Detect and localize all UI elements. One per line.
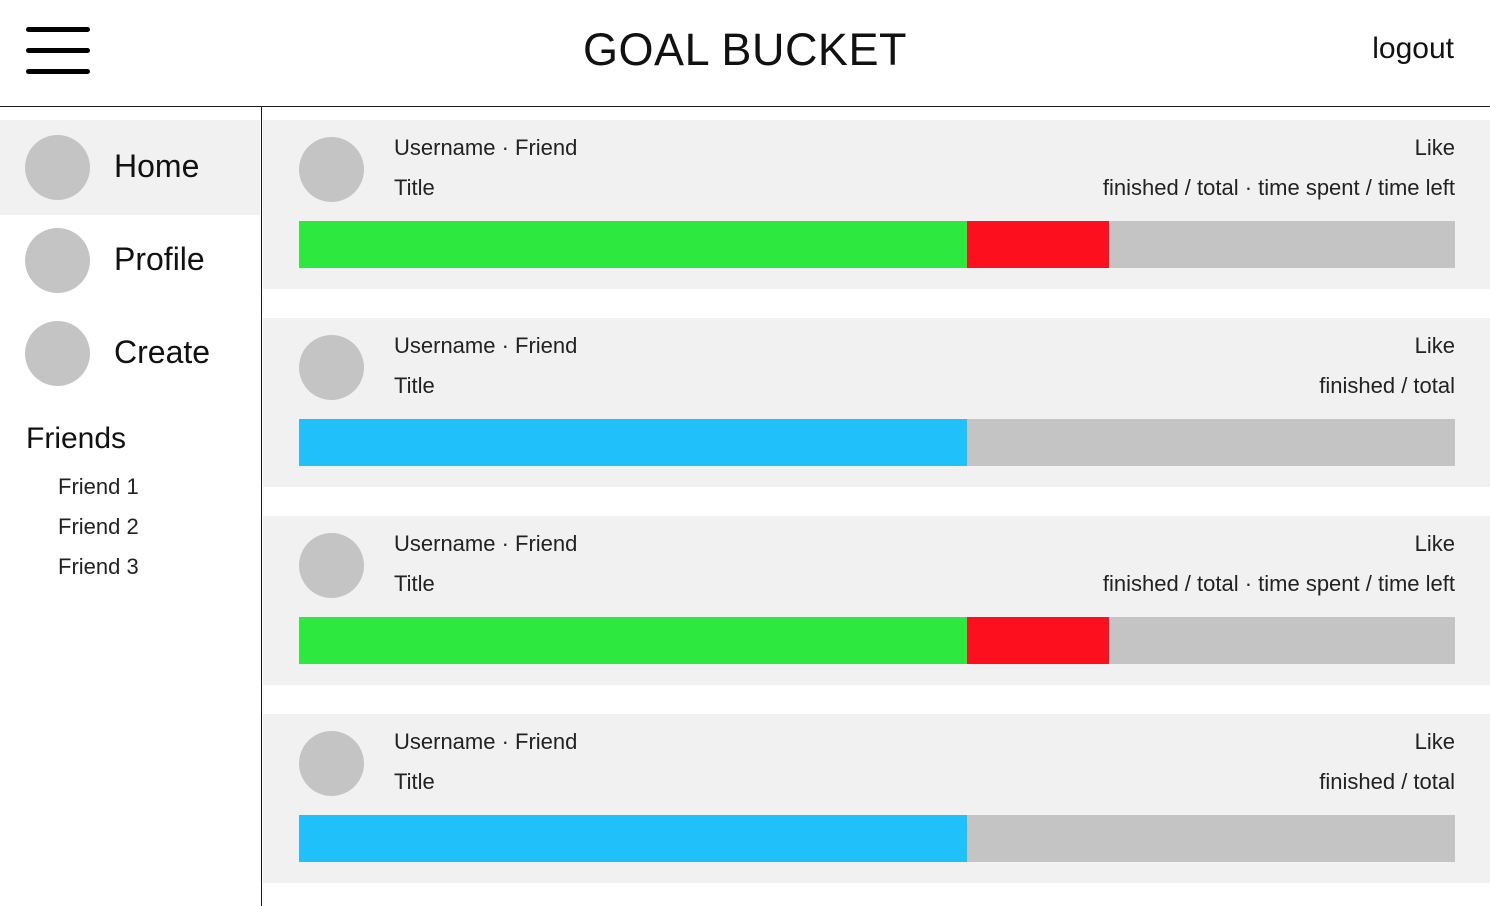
card-username[interactable]: Username · Friend: [394, 729, 577, 755]
card-stats: finished / total: [1319, 373, 1455, 398]
card-username[interactable]: Username · Friend: [394, 333, 577, 359]
card-username[interactable]: Username · Friend: [394, 135, 577, 161]
sidebar-item-profile[interactable]: Profile: [0, 213, 260, 308]
sidebar-item-label: Home: [114, 148, 200, 184]
progress-segment: [299, 221, 967, 268]
progress-bar: [299, 617, 1455, 664]
sidebar-item-label: Profile: [114, 241, 205, 277]
goal-card: Username · Friend Title Like finished / …: [263, 318, 1490, 487]
sidebar-item-home[interactable]: Home: [0, 120, 260, 215]
goal-card: Username · Friend Title Like finished / …: [263, 120, 1490, 289]
progress-segment: [967, 617, 1109, 664]
like-button[interactable]: Like: [1415, 333, 1455, 359]
avatar[interactable]: [299, 533, 364, 598]
avatar[interactable]: [299, 731, 364, 796]
goal-card: Username · Friend Title Like finished / …: [263, 516, 1490, 685]
create-icon: [25, 321, 90, 386]
friends-heading: Friends: [26, 422, 127, 455]
sidebar-item-create[interactable]: Create: [0, 306, 260, 401]
card-stats: finished / total · time spent / time lef…: [1102, 571, 1455, 596]
card-title: Title: [394, 175, 435, 200]
sidebar: Home Profile Create Friends Friend 1 Fri…: [0, 107, 262, 906]
progress-segment: [299, 617, 967, 664]
friend-link-2[interactable]: Friend 2: [58, 514, 139, 540]
progress-segment: [967, 221, 1109, 268]
card-stats: finished / total: [1319, 769, 1455, 794]
like-button[interactable]: Like: [1415, 135, 1455, 161]
like-button[interactable]: Like: [1415, 531, 1455, 557]
home-icon: [25, 135, 90, 200]
card-stats: finished / total · time spent / time lef…: [1102, 175, 1455, 200]
progress-segment: [299, 815, 967, 862]
like-button[interactable]: Like: [1415, 729, 1455, 755]
progress-bar: [299, 815, 1455, 862]
card-title: Title: [394, 373, 435, 398]
friend-link-1[interactable]: Friend 1: [58, 474, 139, 500]
card-title: Title: [394, 769, 435, 794]
friend-link-3[interactable]: Friend 3: [58, 554, 139, 580]
card-title: Title: [394, 571, 435, 596]
goal-card: Username · Friend Title Like finished / …: [263, 714, 1490, 883]
logout-link[interactable]: logout: [1372, 32, 1454, 66]
progress-segment: [299, 419, 967, 466]
app-title: GOAL BUCKET: [583, 24, 907, 75]
progress-bar: [299, 419, 1455, 466]
card-username[interactable]: Username · Friend: [394, 531, 577, 557]
profile-icon: [25, 228, 90, 293]
goal-feed: Username · Friend Title Like finished / …: [263, 107, 1490, 906]
avatar[interactable]: [299, 137, 364, 202]
avatar[interactable]: [299, 335, 364, 400]
app-header: GOAL BUCKET logout: [0, 0, 1490, 107]
sidebar-item-label: Create: [114, 334, 211, 370]
progress-bar: [299, 221, 1455, 268]
